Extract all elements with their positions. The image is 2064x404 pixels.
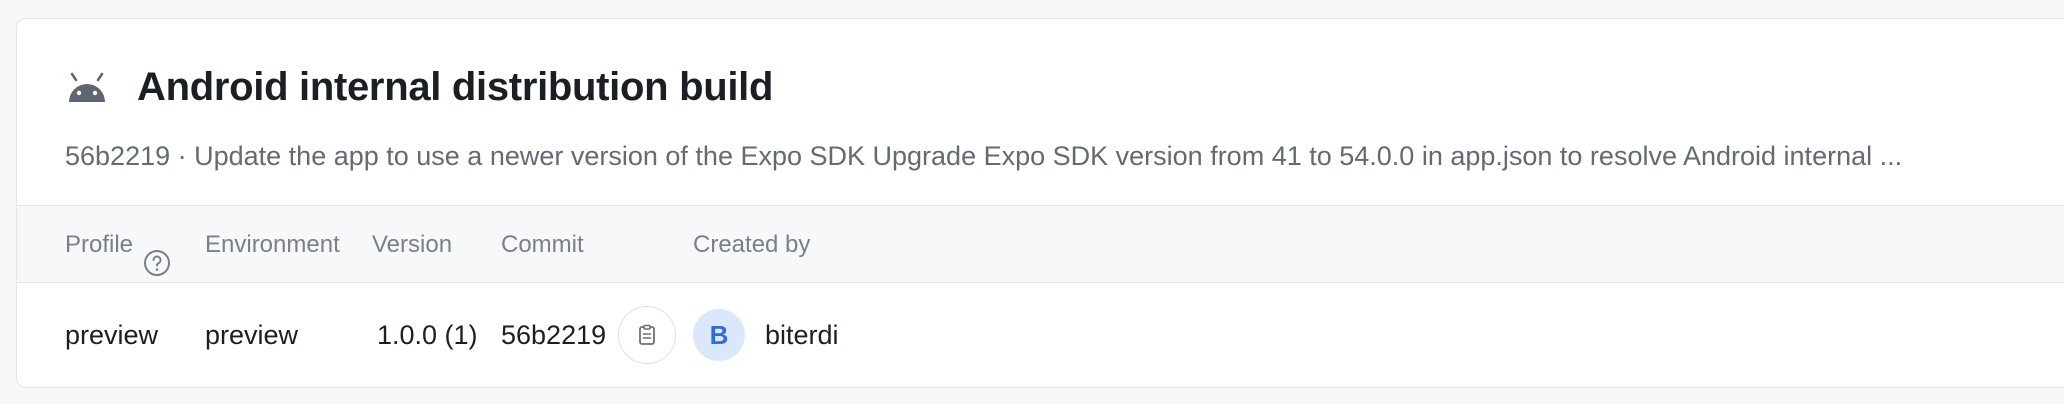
column-header-commit: Commit — [501, 231, 584, 258]
commit-message: 56b2219 · Update the app to use a newer … — [65, 141, 1903, 171]
column-header-profile-label: Profile — [65, 231, 134, 258]
help-icon[interactable] — [143, 231, 171, 276]
page-title: Android internal distribution build — [137, 65, 774, 109]
table-row: preview preview 1.0.0 (1) 56b2219 B bite… — [17, 283, 2064, 387]
column-header-version: Version — [372, 231, 453, 258]
column-header-profile: Profile — [65, 206, 171, 284]
title-row: Android internal distribution build — [65, 65, 773, 110]
build-card: Android internal distribution build 56b2… — [16, 18, 2064, 388]
version-value: 1.0.0 (1) — [377, 319, 478, 350]
copy-commit-button[interactable] — [618, 306, 677, 364]
commit-cell: 56b2219 — [501, 283, 677, 387]
environment-value: preview — [205, 319, 299, 350]
avatar: B — [693, 309, 745, 361]
build-header: Android internal distribution build 56b2… — [17, 19, 2064, 205]
column-header-created-by: Created by — [693, 231, 811, 258]
commit-hash: 56b2219 — [501, 319, 607, 350]
clipboard-icon — [639, 324, 656, 345]
android-icon — [65, 72, 109, 104]
profile-value: preview — [65, 319, 159, 350]
created-by-cell: B biterdi — [693, 283, 839, 387]
table-header: Profile Environment Version Commit Creat… — [17, 205, 2064, 283]
column-header-environment: Environment — [205, 231, 340, 258]
created-by-name[interactable]: biterdi — [765, 320, 839, 351]
